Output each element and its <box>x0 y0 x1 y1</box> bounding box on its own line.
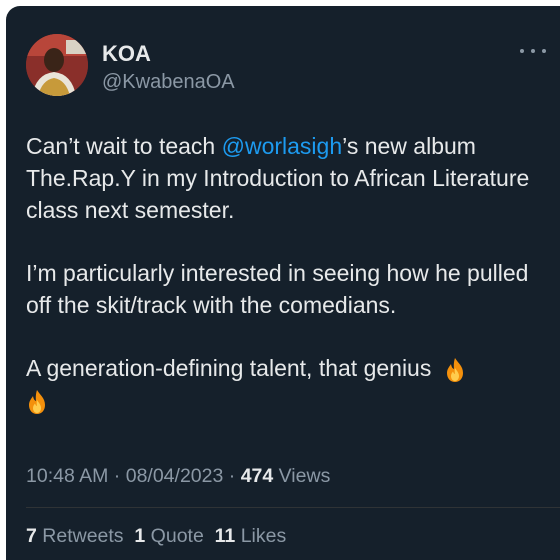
tweet-card: KOA @KwabenaOA Can’t wait to teach @worl… <box>6 6 560 560</box>
avatar-image <box>26 34 88 96</box>
tweet-metadata: 10:48 AM · 08/04/2023 · 474 Views <box>26 465 331 487</box>
avatar[interactable] <box>26 34 88 96</box>
tweet-paragraph-2: I’m particularly interested in seeing ho… <box>26 260 529 318</box>
author-handle[interactable]: @KwabenaOA <box>102 70 235 94</box>
fire-emoji-icon <box>26 389 48 415</box>
quotes-stat[interactable]: 1 Quote <box>134 525 203 547</box>
tweet-paragraph-1: Can’t wait to teach @worlasigh’s new alb… <box>26 133 530 223</box>
engagement-stats: 7 Retweets 1 Quote 11 Likes <box>26 524 286 548</box>
views-count: 474 <box>240 465 274 487</box>
fire-emoji-icon <box>444 357 466 383</box>
tweet-text: Can’t wait to teach @worlasigh’s new alb… <box>26 130 546 416</box>
divider <box>26 507 560 508</box>
tweet-date[interactable]: 08/04/2023 <box>126 465 224 487</box>
mention-link[interactable]: @worlasigh <box>222 133 343 159</box>
views-label: Views <box>273 465 331 487</box>
more-options-icon[interactable] <box>520 46 546 56</box>
likes-stat[interactable]: 11 Likes <box>215 525 287 547</box>
tweet-paragraph-3: A generation-defining talent, that geniu… <box>26 352 546 416</box>
author-name[interactable]: KOA <box>102 41 151 67</box>
retweets-stat[interactable]: 7 Retweets <box>26 525 124 547</box>
tweet-time[interactable]: 10:48 AM <box>26 465 108 487</box>
